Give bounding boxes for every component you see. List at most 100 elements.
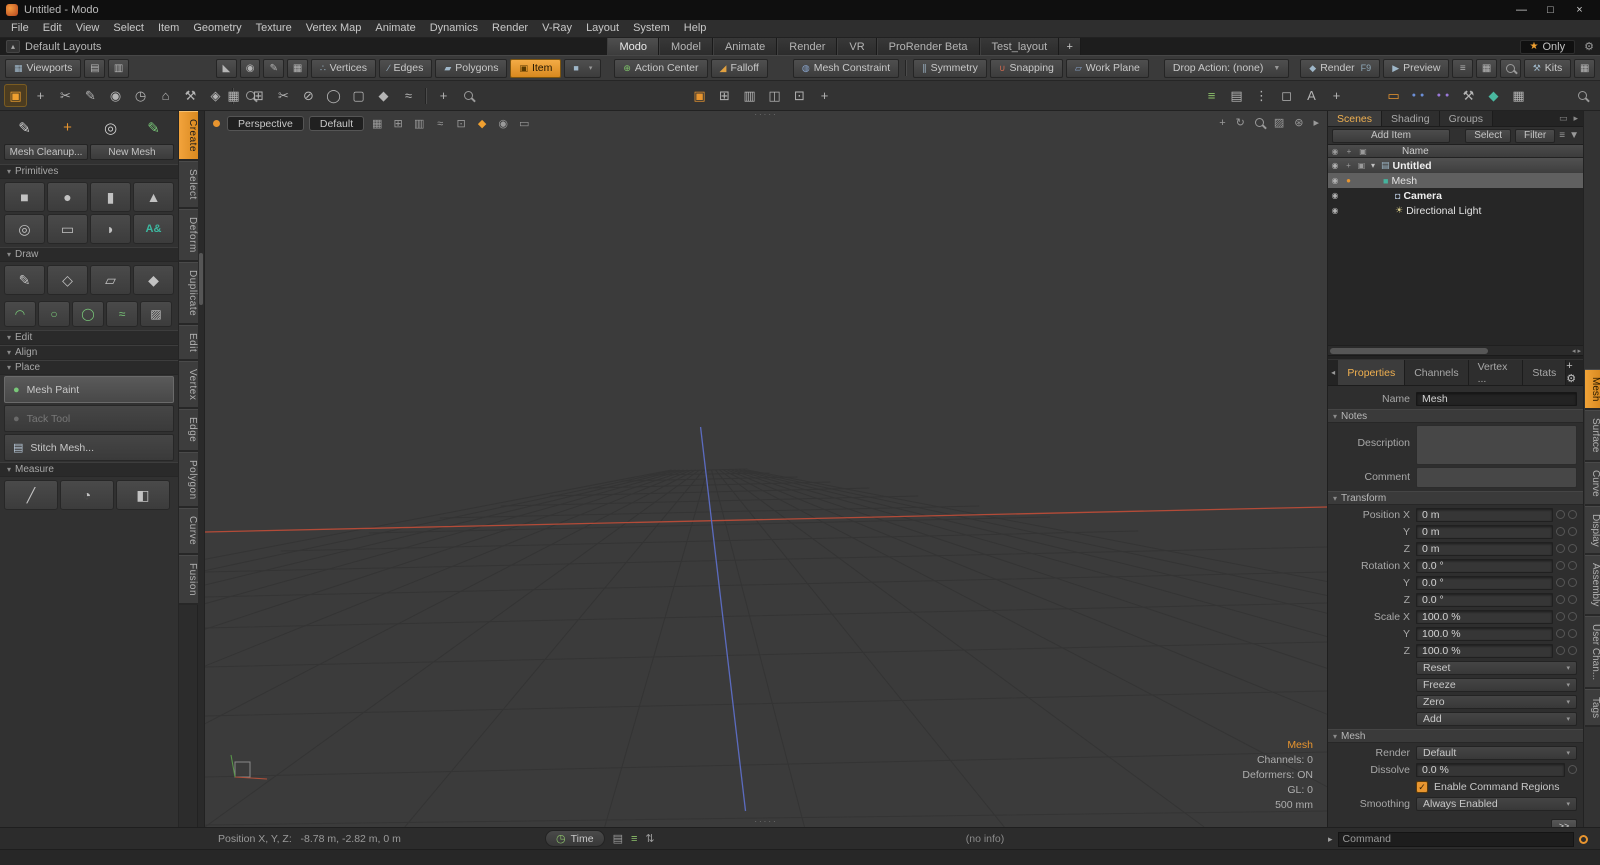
channel-mini-button[interactable] [1556, 629, 1565, 638]
history-tool-button[interactable]: ◷ [129, 84, 152, 107]
box-button[interactable]: ▢ [347, 84, 370, 107]
menu-edit[interactable]: Edit [36, 20, 69, 37]
notes-section-header[interactable]: ▾Notes [1328, 409, 1583, 423]
tools-button[interactable]: ⚒ [1457, 84, 1480, 107]
freeze-dropdown[interactable]: Freeze▾ [1416, 678, 1577, 692]
sphere-primitive-button[interactable]: ● [47, 182, 88, 212]
menu-layout[interactable]: Layout [579, 20, 626, 37]
envelope-mini-button[interactable] [1568, 578, 1577, 587]
tab-shading[interactable]: Shading [1382, 111, 1440, 126]
expand-caret-icon[interactable]: ▾ [1368, 161, 1378, 170]
tab-properties[interactable]: Properties [1338, 360, 1405, 385]
add-workspace-tab-button[interactable]: + [1059, 38, 1081, 55]
tool-tab-curve[interactable]: Curve [179, 508, 198, 554]
wire-toggle-icon[interactable]: ≈ [432, 118, 448, 130]
mesh-constraint-button[interactable]: ◍Mesh Constraint [793, 59, 899, 78]
shading-mode-dropdown[interactable]: Default [309, 116, 364, 131]
tree-row-directional-light[interactable]: ◉ ☀ Directional Light [1328, 203, 1583, 218]
symmetry-button[interactable]: ∥Symmetry [913, 59, 987, 78]
layout-split-v-button[interactable]: ▥ [108, 59, 129, 78]
item-cube-button[interactable]: ▣ [688, 84, 711, 107]
tool-tab-vertex[interactable]: Vertex [179, 361, 198, 409]
circle-button[interactable]: ◯ [322, 84, 345, 107]
align-section-header[interactable]: ▾Align [0, 345, 178, 360]
text-button[interactable]: A [1300, 84, 1323, 107]
channel-mini-button[interactable] [1556, 646, 1565, 655]
channel-haul-icon[interactable]: + [1342, 161, 1355, 170]
new-layer-button[interactable]: ▦ [222, 84, 245, 107]
viewports-button[interactable]: ▦Viewports [5, 59, 81, 78]
grid-button[interactable]: ▦ [1507, 84, 1530, 107]
circle-draw-button[interactable]: ○ [38, 301, 70, 327]
torus-tool-icon[interactable]: ◎ [90, 114, 131, 141]
edges-mode-button[interactable]: ∕Edges [379, 59, 432, 78]
time-button[interactable]: ◷ Time [545, 830, 605, 847]
pivot-toggle-icon[interactable]: ◉ [495, 117, 511, 130]
filter-funnel-icon[interactable]: ▼ [1569, 130, 1579, 141]
tree-row-untitled[interactable]: ◉ + ▣ ▾ ▤ Untitled [1328, 158, 1583, 173]
target-tool-button[interactable]: ◉ [104, 84, 127, 107]
viewport-3d[interactable]: ····· Perspective Default ▦ ⊞ ▥ ≈ ⊡ ◆ ◉ … [205, 111, 1327, 827]
workspace-tab-modo[interactable]: Modo [607, 38, 659, 55]
tack-tool[interactable]: ● Tack Tool [4, 405, 174, 432]
menu-geometry[interactable]: Geometry [186, 20, 248, 37]
scissors-button[interactable]: ✂ [272, 84, 295, 107]
list-icon[interactable]: ≡ [631, 833, 637, 845]
envelope-mini-button[interactable] [1568, 527, 1577, 536]
envelope-mini-button[interactable] [1568, 765, 1577, 774]
slice-button[interactable]: ⊘ [297, 84, 320, 107]
channel-mini-button[interactable] [1556, 510, 1565, 519]
place-section-header[interactable]: ▾Place [0, 360, 178, 375]
envelope-mini-button[interactable] [1568, 510, 1577, 519]
mesh-cleanup-button[interactable]: Mesh Cleanup... [4, 144, 88, 160]
tab-channels[interactable]: Channels [1405, 360, 1468, 385]
menu-select[interactable]: Select [106, 20, 151, 37]
enable-command-regions-checkbox[interactable]: ✓ [1416, 781, 1428, 793]
add-pen-tool-icon[interactable]: + [47, 114, 88, 141]
channel-mini-button[interactable] [1556, 612, 1565, 621]
mirror-button[interactable]: ◫ [763, 84, 786, 107]
envelope-mini-button[interactable] [1568, 646, 1577, 655]
list-green-button[interactable]: ≡ [1200, 84, 1223, 107]
ellipse-draw-button[interactable]: ◯ [72, 301, 104, 327]
tab-groups[interactable]: Groups [1440, 111, 1493, 126]
gear-icon[interactable]: ⚙ [1584, 40, 1594, 53]
hemisphere-primitive-button[interactable]: ◗ [90, 214, 131, 244]
tab-vertex-map[interactable]: Vertex ... [1469, 360, 1524, 385]
columns-button[interactable]: ▥ [738, 84, 761, 107]
home-tool-button[interactable]: ⌂ [154, 84, 177, 107]
position-y-field[interactable]: 0 m [1416, 525, 1553, 539]
tool-tab-deform[interactable]: Deform [179, 209, 198, 262]
purple-spheres-button[interactable]: ● ● [1432, 84, 1455, 107]
curve-pencil-tool-icon[interactable]: ✎ [133, 114, 174, 141]
cone-primitive-button[interactable]: ▲ [133, 182, 174, 212]
plus-button[interactable]: + [1325, 84, 1348, 107]
eraser-draw-button[interactable]: ▨ [140, 301, 172, 327]
add-button[interactable]: + [432, 84, 455, 107]
vertices-mode-button[interactable]: ∴Vertices [311, 59, 376, 78]
workspace-tab-render[interactable]: Render [777, 38, 837, 55]
layers-button[interactable]: ▤ [1225, 84, 1248, 107]
add-item-button[interactable]: Add Item [1332, 129, 1450, 143]
menu-vertex-map[interactable]: Vertex Map [299, 20, 369, 37]
draw-section-header[interactable]: ▾Draw [0, 247, 178, 262]
tool-tab-edge[interactable]: Edge [179, 409, 198, 451]
default-layouts[interactable]: ▴ Default Layouts [0, 38, 107, 55]
primitives-section-header[interactable]: ▾Primitives [0, 164, 178, 179]
utility-tool-button[interactable]: ⚒ [179, 84, 202, 107]
viewport-drag-handle[interactable]: ····· [754, 819, 777, 825]
tool-tab-polygon[interactable]: Polygon [179, 452, 198, 509]
scroll-right-icon[interactable]: ▸ [1577, 347, 1581, 355]
gear-icon[interactable]: ⚙ [1566, 373, 1576, 385]
falloff-button[interactable]: ◢Falloff [711, 59, 768, 78]
dissolve-field[interactable]: 0.0 % [1416, 763, 1565, 777]
tabs-back-icon[interactable]: ◂ [1328, 360, 1338, 385]
horizontal-scrollbar[interactable]: ◂ ▸ [1328, 345, 1583, 355]
menu-vray[interactable]: V-Ray [535, 20, 579, 37]
menu-animate[interactable]: Animate [368, 20, 422, 37]
item-mode-button[interactable]: ▣Item [510, 59, 561, 78]
tab-stats[interactable]: Stats [1523, 360, 1566, 385]
menu-help[interactable]: Help [677, 20, 714, 37]
paint-roller-button[interactable]: ▭ [1382, 84, 1405, 107]
add-tab-icon[interactable]: + [1566, 360, 1572, 372]
